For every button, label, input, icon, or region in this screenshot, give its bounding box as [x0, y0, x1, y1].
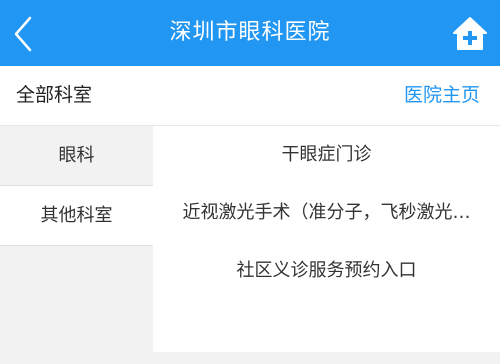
sidebar-item-other-departments[interactable]: 其他科室 [0, 186, 153, 246]
home-plus-icon [453, 17, 487, 50]
chevron-left-icon [14, 16, 32, 52]
sidebar-item-ophthalmology[interactable]: 眼科 [0, 126, 153, 186]
top-app-bar: 深圳市眼科医院 [0, 0, 500, 66]
department-header: 全部科室 医院主页 [0, 66, 500, 126]
page-title: 深圳市眼科医院 [169, 20, 331, 45]
back-button[interactable] [0, 0, 50, 66]
department-sidebar: 眼科 其他科室 [0, 126, 153, 364]
hospital-home-link[interactable]: 医院主页 [404, 66, 480, 125]
list-item-community-clinic[interactable]: 社区义诊服务预约入口 [153, 242, 500, 300]
all-departments-label: 全部科室 [16, 84, 93, 106]
list-item-laser-surgery[interactable]: 近视激光手术（准分子，飞秒激光… [153, 184, 500, 242]
list-item-dry-eye-clinic[interactable]: 干眼症门诊 [153, 126, 500, 184]
home-button[interactable] [450, 14, 490, 54]
sub-department-list: 干眼症门诊 近视激光手术（准分子，飞秒激光… 社区义诊服务预约入口 [153, 126, 500, 352]
